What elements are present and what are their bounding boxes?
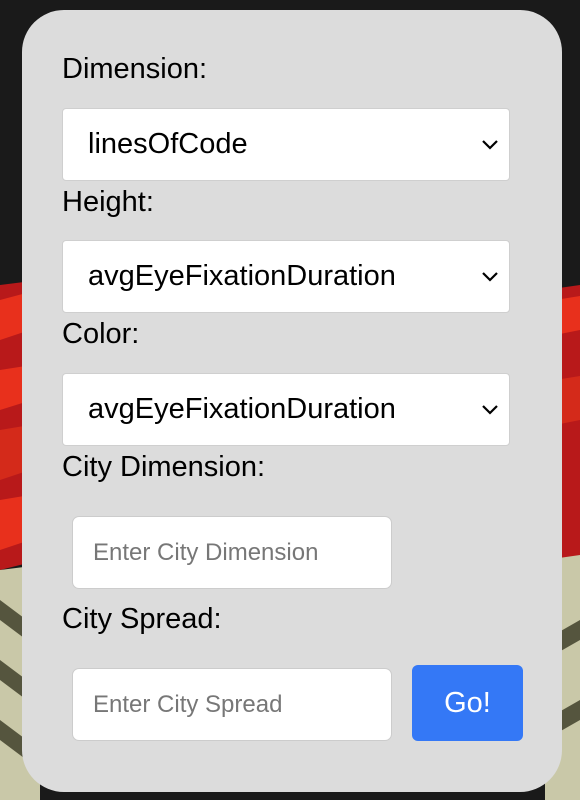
chevron-down-icon [482,139,498,150]
dimension-selected-value: linesOfCode [88,128,248,160]
city-dimension-label: City Dimension: [62,451,266,483]
chevron-down-icon [482,271,498,282]
controls-panel: Dimension: linesOfCode Height: avgEyeFix… [22,10,562,792]
height-label: Height: [62,186,154,218]
color-label: Color: [62,318,140,350]
city-spread-input[interactable] [72,668,392,741]
color-selected-value: avgEyeFixationDuration [88,393,396,425]
color-select[interactable]: avgEyeFixationDuration [62,373,510,446]
dimension-select[interactable]: linesOfCode [62,108,510,181]
city-dimension-input[interactable] [72,516,392,589]
dimension-label: Dimension: [62,53,208,85]
go-button[interactable]: Go! [412,665,523,741]
height-select[interactable]: avgEyeFixationDuration [62,240,510,313]
height-selected-value: avgEyeFixationDuration [88,260,396,292]
chevron-down-icon [482,404,498,415]
city-spread-label: City Spread: [62,603,222,635]
